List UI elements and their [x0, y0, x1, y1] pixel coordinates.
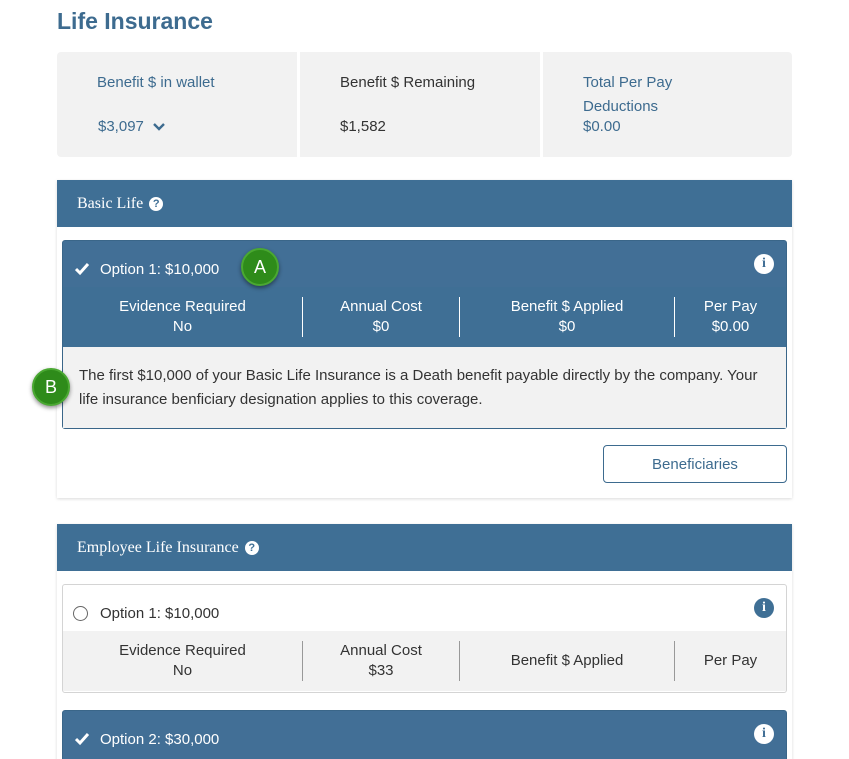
- radio-button[interactable]: [73, 606, 88, 621]
- stat-label: Evidence Required: [119, 642, 246, 659]
- stat-value: $0: [558, 318, 576, 335]
- stat-per-pay: Per Pay $0.00: [674, 297, 786, 337]
- stat-benefit-applied: Benefit $ Applied $0: [459, 297, 674, 337]
- stat-annual-cost: Annual Cost $0: [302, 297, 459, 337]
- option-title: Option 1: $10,000: [100, 261, 220, 278]
- stat-value: $0.00: [711, 318, 750, 335]
- deductions-summary: Total Per Pay Deductions $0.00: [543, 52, 792, 157]
- option-title: Option 1: $10,000: [100, 605, 220, 622]
- chevron-down-icon[interactable]: [152, 122, 166, 132]
- option-title: Option 2: $30,000: [100, 731, 220, 748]
- employee-life-option-2[interactable]: Option 2: $30,000 i: [62, 710, 787, 759]
- checkmark-icon: [75, 263, 89, 276]
- stat-label: Per Pay: [703, 298, 758, 315]
- question-circle-icon[interactable]: ?: [149, 196, 164, 211]
- info-circle-icon[interactable]: i: [754, 724, 774, 744]
- stat-annual-cost: Annual Cost $33: [302, 641, 459, 681]
- remaining-value: $1,582: [340, 118, 386, 135]
- employee-life-section: Employee Life Insurance ? Option 1: $10,…: [57, 524, 792, 759]
- deductions-label: Total Per Pay Deductions: [583, 74, 673, 115]
- basic-life-section: Basic Life ? Option 1: $10,000 i Evidenc…: [57, 180, 792, 498]
- stat-label: Evidence Required: [119, 298, 246, 315]
- stat-value: $33: [368, 662, 394, 679]
- info-circle-icon[interactable]: i: [754, 598, 774, 618]
- stat-label: Annual Cost: [340, 298, 422, 315]
- beneficiaries-button[interactable]: Beneficiaries: [603, 445, 787, 483]
- section-title: Employee Life Insurance: [77, 538, 239, 556]
- employee-life-header: Employee Life Insurance ?: [57, 524, 792, 571]
- remaining-summary: Benefit $ Remaining $1,582: [300, 52, 543, 157]
- deductions-value: $0.00: [583, 118, 621, 135]
- stat-per-pay: Per Pay: [674, 641, 786, 681]
- wallet-dropdown[interactable]: $3,097: [98, 118, 166, 135]
- option-stats: Evidence Required No Annual Cost $33 Ben…: [63, 631, 786, 691]
- remaining-label: Benefit $ Remaining: [340, 74, 476, 91]
- benefit-summary: Benefit $ in wallet $3,097 Benefit $ Rem…: [57, 52, 792, 157]
- option-stats: Evidence Required No Annual Cost $0 Bene…: [63, 287, 786, 347]
- checkmark-icon: [75, 733, 89, 746]
- wallet-summary: Benefit $ in wallet $3,097: [57, 52, 300, 157]
- option-header: Option 1: $10,000 i: [63, 585, 786, 631]
- stat-evidence: Evidence Required No: [63, 297, 302, 337]
- option-description: The first $10,000 of your Basic Life Ins…: [63, 347, 786, 428]
- annotation-marker-a: A: [241, 248, 279, 286]
- stat-label: Benefit $ Applied: [510, 298, 624, 315]
- stat-label: Benefit $ Applied: [510, 652, 624, 669]
- basic-life-option-1[interactable]: Option 1: $10,000 i Evidence Required No…: [62, 240, 787, 429]
- basic-life-header: Basic Life ?: [57, 180, 792, 227]
- wallet-value: $3,097: [98, 118, 144, 135]
- stat-benefit-applied: Benefit $ Applied: [459, 641, 674, 681]
- stat-evidence: Evidence Required No: [63, 641, 302, 681]
- wallet-label: Benefit $ in wallet: [97, 74, 215, 91]
- stat-label: Per Pay: [703, 652, 758, 669]
- employee-life-option-1[interactable]: Option 1: $10,000 i Evidence Required No…: [62, 584, 787, 693]
- annotation-marker-b: B: [32, 368, 70, 406]
- page-title: Life Insurance: [57, 8, 213, 34]
- option-header: Option 1: $10,000 i: [63, 241, 786, 287]
- info-circle-icon[interactable]: i: [754, 254, 774, 274]
- stat-value: No: [172, 662, 193, 679]
- stat-value: $0: [372, 318, 390, 335]
- section-title: Basic Life: [77, 194, 144, 212]
- question-circle-icon[interactable]: ?: [244, 540, 259, 555]
- stat-label: Annual Cost: [340, 642, 422, 659]
- stat-value: No: [172, 318, 193, 335]
- option-header: Option 2: $30,000 i: [63, 711, 786, 757]
